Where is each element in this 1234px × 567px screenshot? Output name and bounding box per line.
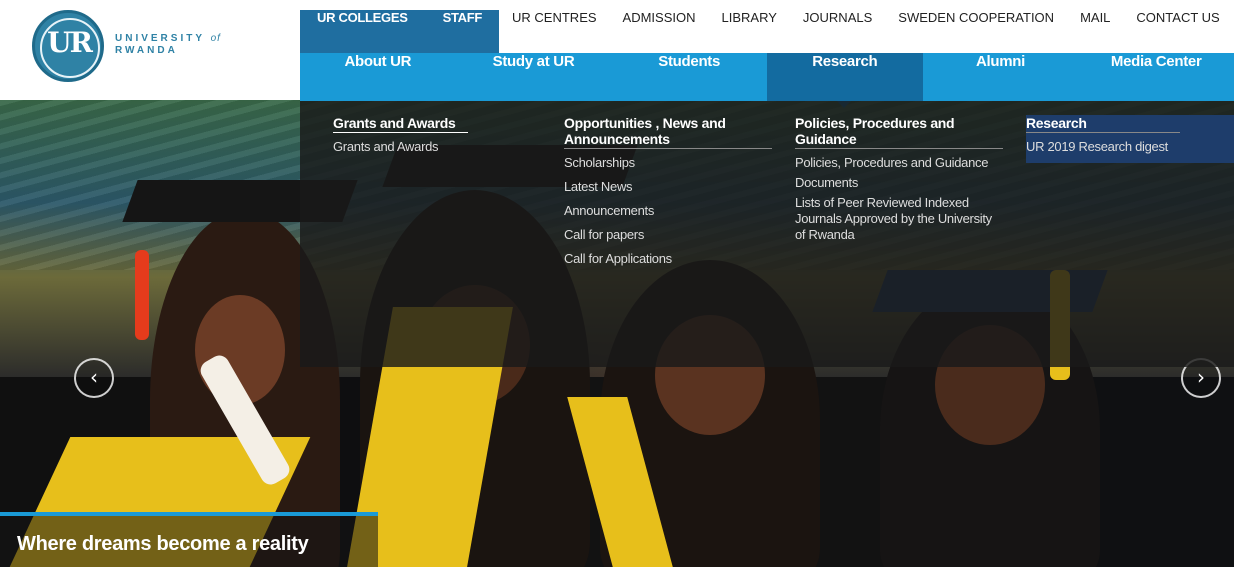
topbar-journals[interactable]: JOURNALS	[790, 10, 885, 53]
mega-column: Research UR 2019 Research digest	[1026, 115, 1234, 163]
research-mega-menu: Grants and Awards Grants and Awards Oppo…	[300, 101, 1234, 367]
mega-link[interactable]: UR 2019 Research digest	[1026, 139, 1234, 155]
nav-study-at-ur[interactable]: Study at UR	[456, 53, 612, 101]
logo-wordmark: UNIVERSITY of RWANDA	[115, 33, 221, 56]
hero-caption-box: Where dreams become a reality	[0, 512, 378, 567]
nav-about-ur[interactable]: About UR	[300, 53, 456, 101]
mega-link[interactable]: Grants and Awards	[333, 139, 541, 155]
mega-heading-grants[interactable]: Grants and Awards	[333, 115, 468, 133]
logo[interactable]: UR UNIVERSITY of RWANDA	[0, 0, 300, 100]
logo-letters: UR	[47, 26, 93, 59]
mega-link[interactable]: Documents	[795, 175, 1003, 191]
mega-column: Opportunities , News and Announcements S…	[564, 115, 772, 275]
mega-link[interactable]: Call for papers	[564, 227, 772, 243]
mega-column: Grants and Awards Grants and Awards	[333, 115, 541, 163]
topbar-staff[interactable]: STAFF	[424, 10, 500, 53]
topbar-ur-colleges[interactable]: UR COLLEGES	[300, 10, 425, 53]
mega-column: Policies, Procedures and Guidance Polici…	[795, 115, 1003, 247]
topbar-mail[interactable]: MAIL	[1067, 10, 1123, 53]
main-navigation: About UR Study at UR Students Research A…	[300, 53, 1234, 108]
slider-prev-icon[interactable]: ‹	[74, 358, 114, 398]
mega-link[interactable]: Announcements	[564, 203, 772, 219]
nav-research[interactable]: Research	[767, 53, 923, 108]
mega-link[interactable]: Latest News	[564, 179, 772, 195]
hero-caption: Where dreams become a reality	[17, 533, 309, 555]
mega-link[interactable]: Lists of Peer Reviewed Indexed Journals …	[795, 195, 1003, 243]
mega-heading-policies[interactable]: Policies, Procedures and Guidance	[795, 115, 1003, 149]
topbar-sweden-cooperation[interactable]: SWEDEN COOPERATION	[885, 10, 1067, 53]
mega-link[interactable]: Scholarships	[564, 155, 772, 171]
mega-link[interactable]: Call for Applications	[564, 251, 772, 267]
top-navigation: UR COLLEGES STAFF UR CENTRES ADMISSION L…	[300, 10, 1233, 53]
nav-media-center[interactable]: Media Center	[1078, 53, 1234, 101]
mega-heading-opportunities[interactable]: Opportunities , News and Announcements	[564, 115, 772, 149]
tassel	[135, 250, 149, 340]
nav-students[interactable]: Students	[611, 53, 767, 101]
topbar-ur-centres[interactable]: UR CENTRES	[499, 10, 610, 53]
topbar-library[interactable]: LIBRARY	[709, 10, 790, 53]
mega-link[interactable]: Policies, Procedures and Guidance	[795, 155, 1003, 171]
topbar-admission[interactable]: ADMISSION	[610, 10, 709, 53]
logo-emblem-icon: UR	[32, 10, 104, 82]
mega-heading-research[interactable]: Research	[1026, 115, 1180, 133]
topbar-contact-us[interactable]: CONTACT US	[1123, 10, 1232, 53]
nav-alumni[interactable]: Alumni	[923, 53, 1079, 101]
